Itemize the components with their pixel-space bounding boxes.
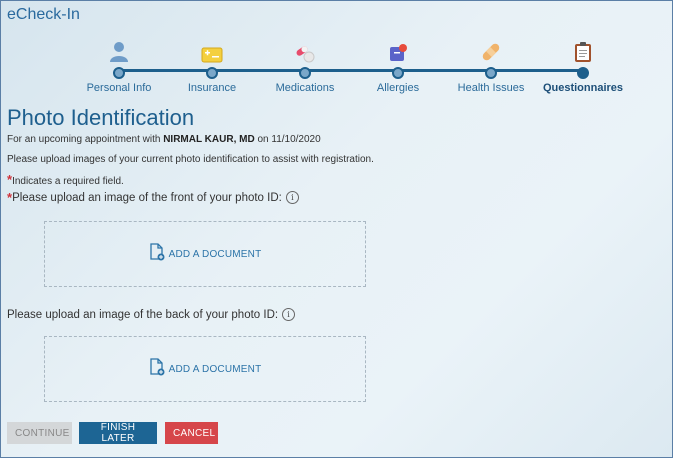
date-prefix: on xyxy=(257,134,269,145)
cancel-button[interactable]: CANCEL xyxy=(165,422,218,444)
back-id-label: Please upload an image of the back of yo… xyxy=(7,308,296,321)
person-icon xyxy=(74,39,164,63)
step-dot xyxy=(206,67,218,79)
appointment-date: 11/10/2020 xyxy=(271,134,321,145)
info-icon[interactable]: i xyxy=(282,308,296,321)
insurance-card-icon xyxy=(167,39,257,63)
allergy-icon xyxy=(353,39,443,63)
step-label: Questionnaires xyxy=(542,82,624,94)
add-document-label: ADD A DOCUMENT xyxy=(168,363,262,375)
info-icon[interactable]: i xyxy=(285,191,299,204)
step-label: Health Issues xyxy=(457,82,525,94)
step-allergies[interactable]: Allergies xyxy=(353,39,443,94)
finish-later-button[interactable]: FINISH LATER xyxy=(79,422,157,444)
back-id-label-text: Please upload an image of the back of yo… xyxy=(7,308,279,321)
clipboard-icon xyxy=(538,39,628,63)
instructions-text: Please upload images of your current pho… xyxy=(7,154,374,165)
page-title: Photo Identification xyxy=(7,105,195,130)
step-dot xyxy=(299,67,311,79)
step-health-issues[interactable]: Health Issues xyxy=(446,39,536,94)
front-id-label-text: Please upload an image of the front of y… xyxy=(12,191,282,204)
step-dot xyxy=(392,67,404,79)
appointment-prefix: For an upcoming appointment with xyxy=(7,134,161,145)
step-personal-info[interactable]: Personal Info xyxy=(74,39,164,94)
add-document-icon xyxy=(149,357,165,381)
step-dot xyxy=(577,67,589,79)
step-label: Personal Info xyxy=(86,82,152,94)
step-label: Allergies xyxy=(376,82,420,94)
add-document-icon xyxy=(149,242,165,266)
provider-name: NIRMAL KAUR, MD xyxy=(163,134,255,145)
back-id-dropzone[interactable]: ADD A DOCUMENT xyxy=(44,336,366,402)
front-id-dropzone[interactable]: ADD A DOCUMENT xyxy=(44,221,366,287)
required-note-text: Indicates a required field. xyxy=(12,176,124,187)
add-document-label: ADD A DOCUMENT xyxy=(168,248,262,260)
step-dot xyxy=(485,67,497,79)
bandage-icon xyxy=(446,39,536,63)
front-id-label: * Please upload an image of the front of… xyxy=(7,190,299,205)
step-questionnaires[interactable]: Questionnaires xyxy=(538,39,628,94)
pills-icon xyxy=(260,39,350,63)
step-label: Medications xyxy=(275,82,335,94)
step-medications[interactable]: Medications xyxy=(260,39,350,94)
step-insurance[interactable]: Insurance xyxy=(167,39,257,94)
appointment-line: For an upcoming appointment with NIRMAL … xyxy=(7,134,321,145)
continue-button[interactable]: CONTINUE xyxy=(7,422,72,444)
required-note: *Indicates a required field. xyxy=(7,172,124,187)
echeckin-window: eCheck-In Personal Info Insurance Medica… xyxy=(0,0,673,458)
progress-stepper: Personal Info Insurance Medications Alle… xyxy=(1,1,673,101)
step-dot xyxy=(113,67,125,79)
step-label: Insurance xyxy=(187,82,237,94)
